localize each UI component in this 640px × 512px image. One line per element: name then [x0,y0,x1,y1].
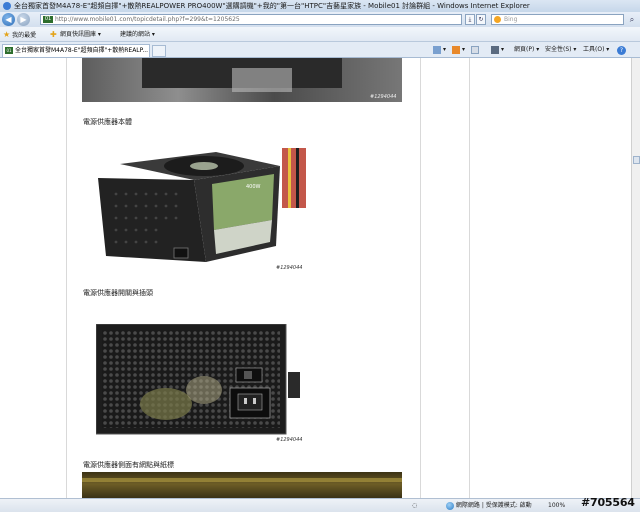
psu-photo-bottom [82,472,402,498]
mail-button[interactable] [471,44,481,56]
gallery-label: 網頁快訊圖庫 ▾ [60,31,101,38]
psu-rear-illustration [96,324,300,435]
status-bar: ◌ 網際網路 | 受保護模式: 啟動 100% [0,498,640,512]
column-divider-right [469,58,470,498]
mobile01-site-icon: 01 [43,16,53,23]
search-placeholder: Bing [504,16,518,23]
compatibility-view-button[interactable]: ⤓ [465,14,475,25]
search-icon[interactable]: ⌕ [626,14,638,25]
zone-text: 網際網路 | 受保護模式: 啟動 [455,502,532,509]
add-favorite-icon: ✚ [50,30,57,39]
feeds-button[interactable]: ▾ [452,44,465,56]
print-icon [491,45,499,54]
column-divider-left [66,58,67,498]
star-icon: ★ [3,30,11,39]
caption-psu-side: 電源供應器側面有網點與紙標 [83,461,174,469]
photo-watermark-2: #1294044 [276,265,303,271]
gallery-button[interactable]: 網頁快訊圖庫 ▾ [60,27,101,42]
tab-row: 01 全台獨家首發M4A78-E"超頻自擇"+散熱REALP... ▾ ▾ ▾ … [0,42,640,58]
add-favorite-button[interactable]: ✚ [50,27,57,43]
help-button[interactable]: ? [617,46,626,55]
mobile01-tab-icon: 01 [5,47,13,54]
caption-psu-body: 電源供應器本體 [83,118,132,126]
window-title-bar: 全台獨家首發M4A78-E"超頻自擇"+散熱REALPOWER PRO400W"… [0,0,640,12]
vertical-scrollbar[interactable] [631,58,640,498]
favorites-bar: ★ 我的最愛 ✚ 網頁快訊圖庫 ▾ 建議的網站 ▾ [0,27,640,42]
scrollbar-thumb[interactable] [633,156,640,164]
ie-app-icon [3,2,11,10]
new-tab-button[interactable] [152,45,166,57]
tools-menu[interactable]: 工具(O) ▾ [583,44,609,56]
zoom-control[interactable]: 100% [548,499,565,512]
status-loading-icon: ◌ [412,502,418,509]
home-button[interactable]: ▾ [433,44,446,56]
page-menu[interactable]: 網頁(P) ▾ [514,44,539,56]
bing-icon [494,16,501,23]
column-divider-mid [420,58,421,498]
favorites-button[interactable]: ★ 我的最愛 [3,27,36,43]
address-bar-row: ◀ ▶ 01 http://www.mobile01.com/topicdeta… [0,12,640,27]
psu-rear-photo [96,324,308,436]
psu-body-illustration [98,148,306,262]
page-menu-label: 網頁(P) ▾ [514,46,540,53]
search-input[interactable]: Bing [491,14,624,25]
print-button[interactable]: ▾ [491,44,504,56]
security-zone[interactable]: 網際網路 | 受保護模式: 啟動 [446,499,532,512]
mail-icon [471,45,479,54]
rss-icon [452,45,460,54]
safety-menu-label: 安全性(S) ▾ [545,46,577,53]
help-icon: ? [619,47,624,54]
globe-icon [446,501,454,510]
psu-photo-top [82,58,402,102]
url-text: http://www.mobile01.com/topicdetail.php?… [55,16,240,23]
window-title: 全台獨家首發M4A78-E"超頻自擇"+散熱REALPOWER PRO400W"… [14,2,530,10]
suggested-sites-button[interactable]: 建議的網站 ▾ [120,27,155,42]
address-input[interactable]: 01 http://www.mobile01.com/topicdetail.p… [40,14,462,25]
corner-id-stamp: #705564 [581,496,635,509]
tab-title: 全台獨家首發M4A78-E"超頻自擇"+散熱REALP... [15,47,149,54]
favorites-label: 我的最愛 [12,32,37,39]
forward-button[interactable]: ▶ [17,13,30,26]
caption-psu-switch: 電源供應器開關與插頭 [83,289,153,297]
home-icon [433,45,441,54]
tools-menu-label: 工具(O) ▾ [583,46,610,53]
back-button[interactable]: ◀ [2,13,15,26]
zoom-text: 100% [548,502,566,509]
suggested-sites-label: 建議的網站 ▾ [120,31,155,38]
psu-body-photo: 400W [96,144,308,264]
page-content: #1294044 電源供應器本體 400W #1294044 電源供應器開關與插… [0,58,631,498]
photo-watermark-3: #1294044 [276,437,303,443]
tab-current[interactable]: 01 全台獨家首發M4A78-E"超頻自擇"+散熱REALP... [2,44,150,57]
refresh-button[interactable]: ↻ [476,14,486,25]
safety-menu[interactable]: 安全性(S) ▾ [545,44,576,56]
photo-watermark-1: #1294044 [370,94,397,100]
psu-label-text: 400W [246,184,261,190]
